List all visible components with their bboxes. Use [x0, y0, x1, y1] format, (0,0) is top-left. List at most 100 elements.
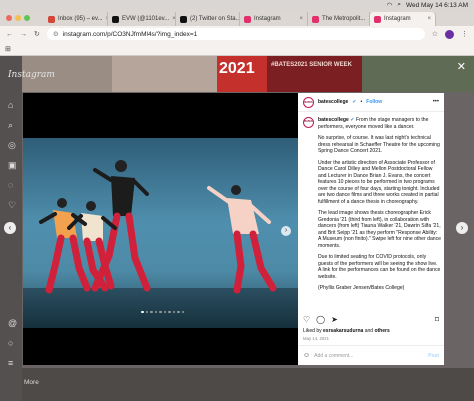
carousel-dot	[172, 310, 175, 313]
post-photo: ›	[23, 93, 298, 365]
window-controls	[0, 15, 44, 21]
carousel-dot	[150, 310, 153, 313]
tab-favicon-icon	[244, 15, 251, 23]
save-bookmark-icon[interactable]: ⌑	[435, 315, 439, 324]
close-window-button[interactable]	[6, 15, 12, 21]
clock[interactable]: Wed May 14 6:13 AM	[406, 2, 468, 9]
caption-paragraph: Due to limited seating for COVID protoco…	[318, 254, 441, 280]
caption-paragraph: The lead image shows thesis choreographe…	[318, 210, 441, 249]
forward-icon[interactable]: →	[20, 31, 27, 38]
more-label[interactable]: More	[24, 379, 39, 386]
comment-bar: ☺ Add a comment... Post	[298, 345, 444, 365]
close-icon[interactable]: ✕	[457, 60, 466, 73]
more-menu-icon[interactable]: ≡	[8, 358, 18, 368]
bg-image	[22, 368, 474, 401]
tab-favicon-icon	[180, 15, 187, 23]
tab-label: The Metropolit...	[322, 16, 366, 22]
dance-image: ›	[23, 138, 298, 328]
explore-icon[interactable]: ◎	[8, 140, 18, 150]
carousel-dot	[181, 310, 184, 313]
browser-menu-icon[interactable]: ⋮	[461, 30, 468, 38]
wifi-icon[interactable]: ◠	[387, 1, 393, 9]
reload-icon[interactable]: ↻	[34, 30, 40, 38]
tab-strip: Inbox (95) – ev...×EVW (@1101ev...×(2) T…	[0, 10, 474, 26]
search-icon[interactable]: ⌕	[8, 120, 18, 130]
site-info-icon[interactable]: ⚙	[53, 30, 59, 38]
url-field[interactable]: ⚙ instagram.com/p/CO3NJfmMl4s/?img_index…	[46, 28, 425, 40]
tab-label: (2) Twitter on Sta...	[190, 16, 240, 22]
minimize-window-button[interactable]	[15, 15, 21, 21]
bg-sign: 2021	[217, 56, 267, 92]
caption-area: BATES batescollege ✔ From the stage mana…	[303, 117, 441, 313]
browser-tab[interactable]: Inbox (95) – ev...×	[44, 12, 108, 26]
next-image-arrow-icon[interactable]: ›	[281, 226, 291, 236]
browser-tab[interactable]: EVW (@1101ev... ×	[108, 12, 176, 26]
browser-tab[interactable]: (2) Twitter on Sta...×	[176, 12, 240, 26]
prev-post-arrow-icon[interactable]: ‹	[4, 222, 16, 234]
tab-favicon-icon	[48, 15, 55, 23]
meta-ai-icon[interactable]: ○	[8, 338, 18, 348]
browser-tab[interactable]: Instagram ×	[370, 12, 436, 26]
follow-button[interactable]: Follow	[366, 99, 382, 105]
verified-badge-icon: ✔	[352, 99, 357, 105]
liked-by-user-link[interactable]: esrsakarsudurna	[323, 328, 363, 334]
bg-image	[112, 56, 217, 92]
browser-tab[interactable]: Instagram ×	[240, 12, 308, 26]
caption-username[interactable]: batescollege	[318, 117, 349, 123]
caption-paragraph: (Phyllis Graber Jensen/Bates College)	[318, 285, 405, 291]
tab-close-icon[interactable]: ×	[299, 16, 303, 22]
comment-input[interactable]: Add a comment...	[314, 353, 353, 359]
tab-label: Instagram	[384, 16, 411, 22]
back-icon[interactable]: ←	[6, 31, 13, 38]
caption-paragraph: Under the artistic direction of Associat…	[318, 159, 440, 205]
share-icon[interactable]: ➤	[331, 315, 338, 324]
carousel-dot	[145, 310, 148, 313]
url-text: instagram.com/p/CO3NJfmMl4s/?img_index=1	[62, 30, 198, 38]
avatar[interactable]: BATES	[303, 96, 314, 108]
tab-favicon-icon	[312, 15, 319, 23]
browser-tab[interactable]: The Metropolit...×	[308, 12, 370, 26]
threads-icon[interactable]: @	[8, 318, 18, 328]
home-icon[interactable]: ⌂	[8, 100, 18, 110]
caption-avatar[interactable]: BATES	[303, 117, 314, 128]
address-bar-row: ← → ↻ ⚙ instagram.com/p/CO3NJfmMl4s/?img…	[0, 26, 474, 42]
profile-avatar[interactable]	[445, 29, 454, 39]
instagram-logo[interactable]: Instagram	[8, 70, 55, 80]
dancers-illustration	[39, 160, 277, 294]
post-date[interactable]: May 14, 2021	[303, 336, 329, 341]
reels-icon[interactable]: ▣	[8, 160, 18, 170]
bookmark-star-icon[interactable]: ☆	[432, 30, 438, 38]
username-link[interactable]: batescollege	[318, 99, 348, 105]
comment-icon[interactable]: ◯	[316, 315, 325, 324]
tab-label: Inbox (95) – ev...	[58, 16, 103, 22]
zoom-window-button[interactable]	[24, 15, 30, 21]
notifications-icon[interactable]: ♡	[8, 200, 18, 210]
post-comment-button[interactable]: Post	[428, 353, 439, 359]
tab-close-icon[interactable]: ×	[427, 16, 431, 22]
post-modal: › BATES batescollege ✔ • Follow ••• BATE…	[23, 93, 444, 365]
post-actions: ♡ ◯ ➤ ⌑	[303, 315, 439, 324]
messages-icon[interactable]: ◌	[8, 180, 18, 190]
carousel-dot	[177, 310, 180, 313]
tab-favicon-icon	[112, 15, 119, 23]
next-post-arrow-icon[interactable]: ›	[456, 222, 468, 234]
tab-favicon-icon	[374, 15, 381, 23]
carousel-dot	[163, 310, 166, 313]
mac-menubar: ◠ ⌕ Wed May 14 6:13 AM	[0, 0, 474, 10]
carousel-dot	[154, 310, 157, 313]
search-icon[interactable]: ⌕	[397, 1, 401, 9]
emoji-icon[interactable]: ☺	[303, 352, 310, 359]
more-options-icon[interactable]: •••	[433, 99, 439, 105]
others-link[interactable]: others	[374, 328, 389, 334]
bg-banner: #BATES2021 SENIOR WEEK	[267, 56, 362, 92]
separator-dot: •	[360, 99, 363, 105]
verified-badge-icon: ✔	[350, 117, 355, 123]
post-header: BATES batescollege ✔ • Follow •••	[298, 93, 444, 112]
carousel-dot	[168, 310, 171, 313]
carousel-indicator	[141, 310, 184, 313]
apps-grid-icon[interactable]: ⊞	[5, 45, 11, 53]
carousel-dot	[141, 310, 144, 313]
like-icon[interactable]: ♡	[303, 315, 310, 324]
bookmarks-bar: ⊞	[0, 42, 474, 56]
tab-label: Instagram	[254, 16, 281, 22]
